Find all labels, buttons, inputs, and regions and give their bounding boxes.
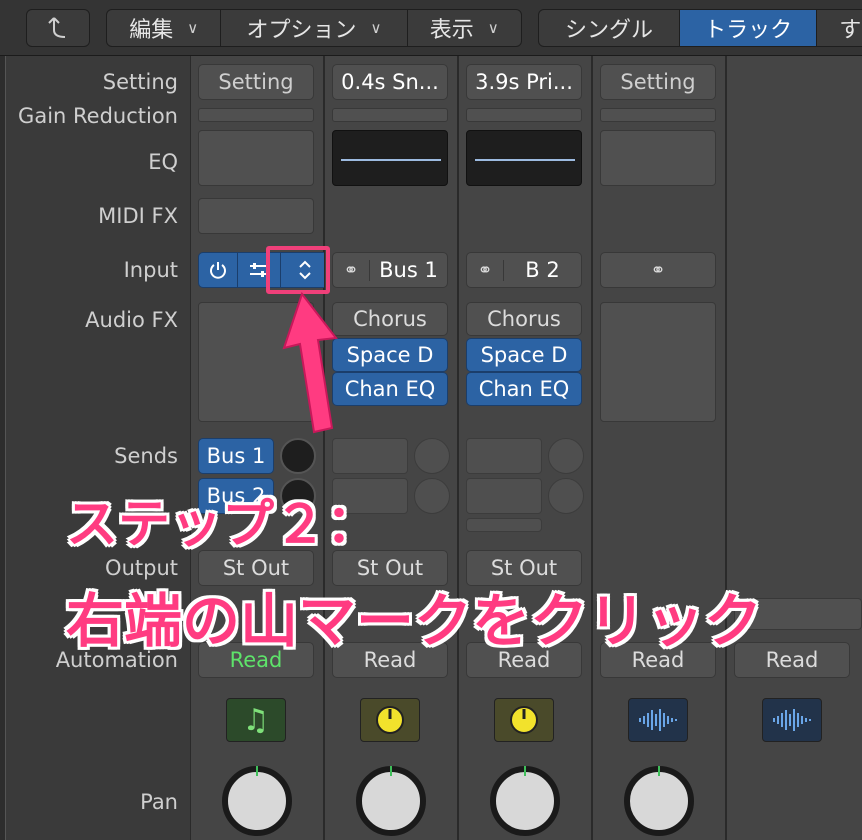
arrow-up-left-icon	[48, 17, 66, 38]
menu-group: 編集 ∨ オプション ∨ 表示 ∨	[106, 9, 522, 47]
audio-fx-slot-2[interactable]: Space D	[466, 338, 582, 372]
input-button[interactable]: ⚭ Bus 1	[332, 252, 448, 288]
power-icon	[210, 262, 226, 279]
track-icon[interactable]	[360, 698, 420, 742]
stereo-icon: ⚭	[650, 259, 666, 281]
highlight-box	[266, 246, 330, 294]
tab-more-label: す	[839, 18, 862, 43]
input-label: Bus 1	[379, 258, 438, 282]
input-button[interactable]: ⚭	[600, 252, 716, 288]
input-button[interactable]: ⚭ B 2	[466, 252, 582, 288]
pointer-arrow	[282, 291, 338, 434]
tab-track-label: トラック	[704, 18, 793, 43]
music-note-icon: ♫	[242, 702, 270, 738]
pan-indicator	[524, 766, 526, 776]
setting-button[interactable]: 0.4s Sn...	[332, 64, 448, 100]
audio-fx-slots[interactable]	[600, 302, 716, 422]
send-knob-2[interactable]	[414, 478, 450, 514]
pan-knob[interactable]	[490, 766, 560, 836]
label-audio-fx: Audio FX	[85, 308, 178, 332]
send-slot-1[interactable]: Bus 1	[198, 438, 274, 474]
pan-knob[interactable]	[356, 766, 426, 836]
caption-step: ステップ２：	[66, 495, 379, 555]
audio-fx-slot-3[interactable]: Chan EQ	[466, 372, 582, 406]
track-icon[interactable]: ♫	[226, 698, 286, 742]
pan-knob[interactable]	[624, 766, 694, 836]
gain-reduction-meter	[600, 108, 716, 122]
eq-thumbnail[interactable]	[332, 130, 448, 186]
label-sends: Sends	[114, 444, 178, 468]
menu-options-label: オプション	[246, 18, 357, 43]
pan-indicator	[658, 766, 660, 776]
input-label: B 2	[525, 258, 560, 282]
tab-single[interactable]: シングル	[539, 10, 681, 46]
gain-reduction-meter	[198, 108, 314, 122]
label-eq: EQ	[148, 150, 178, 174]
pan-indicator	[256, 766, 258, 776]
yellow-knob-icon	[376, 706, 404, 734]
label-gain-reduction: Gain Reduction	[18, 104, 178, 128]
send-knob-1[interactable]	[280, 438, 316, 474]
pan-knob[interactable]	[222, 766, 292, 836]
setting-button[interactable]: Setting	[198, 64, 314, 100]
track-icon[interactable]	[628, 698, 688, 742]
eq-thumbnail[interactable]	[198, 130, 314, 186]
eq-thumbnail[interactable]	[600, 130, 716, 186]
chevron-down-icon: ∨	[370, 19, 382, 37]
label-pan: Pan	[140, 790, 178, 814]
setting-button[interactable]: 3.9s Pri...	[466, 64, 582, 100]
track-icon[interactable]	[494, 698, 554, 742]
yellow-knob-icon	[510, 706, 538, 734]
menu-view-label: 表示	[429, 18, 474, 43]
send-knob-1[interactable]	[548, 438, 584, 474]
gain-reduction-meter	[466, 108, 582, 122]
track-icon[interactable]	[762, 698, 822, 742]
row-label-column: Setting Gain Reduction EQ MIDI FX Input …	[6, 56, 190, 840]
waveform-icon	[773, 709, 811, 731]
stereo-icon: ⚭	[333, 259, 370, 281]
tab-track[interactable]: トラック	[680, 10, 818, 46]
view-tabs: シングル トラック す	[538, 9, 862, 47]
tab-more[interactable]: す	[817, 10, 862, 46]
send-knob-2[interactable]	[548, 478, 584, 514]
caption-instruction: 右端の山マークをクリック	[66, 587, 763, 655]
chevron-down-icon: ∨	[487, 19, 499, 37]
midi-fx-slot[interactable]	[198, 198, 314, 234]
audio-fx-slot-1[interactable]: Chorus	[466, 302, 582, 336]
chevron-down-icon: ∨	[187, 19, 199, 37]
back-button[interactable]	[26, 9, 90, 47]
eq-curve	[475, 159, 575, 161]
send-slot-1[interactable]	[332, 438, 408, 474]
eq-thumbnail[interactable]	[466, 130, 582, 186]
menu-edit-label: 編集	[129, 18, 174, 43]
menu-view[interactable]: 表示 ∨	[408, 10, 521, 46]
menu-edit[interactable]: 編集 ∨	[107, 10, 222, 46]
power-button[interactable]	[199, 253, 238, 287]
label-input: Input	[123, 258, 178, 282]
send-slot-3[interactable]	[466, 518, 542, 532]
eq-curve	[341, 159, 441, 161]
pan-indicator	[390, 766, 392, 776]
setting-button[interactable]: Setting	[600, 64, 716, 100]
tab-single-label: シングル	[565, 18, 654, 43]
send-slot-2[interactable]	[466, 478, 542, 514]
send-knob-1[interactable]	[414, 438, 450, 474]
label-setting: Setting	[102, 70, 178, 94]
gain-reduction-meter	[332, 108, 448, 122]
waveform-icon	[639, 709, 677, 731]
menu-options[interactable]: オプション ∨	[221, 10, 408, 46]
stereo-icon: ⚭	[467, 259, 504, 281]
label-midi-fx: MIDI FX	[98, 204, 178, 228]
send-slot-1[interactable]	[466, 438, 542, 474]
